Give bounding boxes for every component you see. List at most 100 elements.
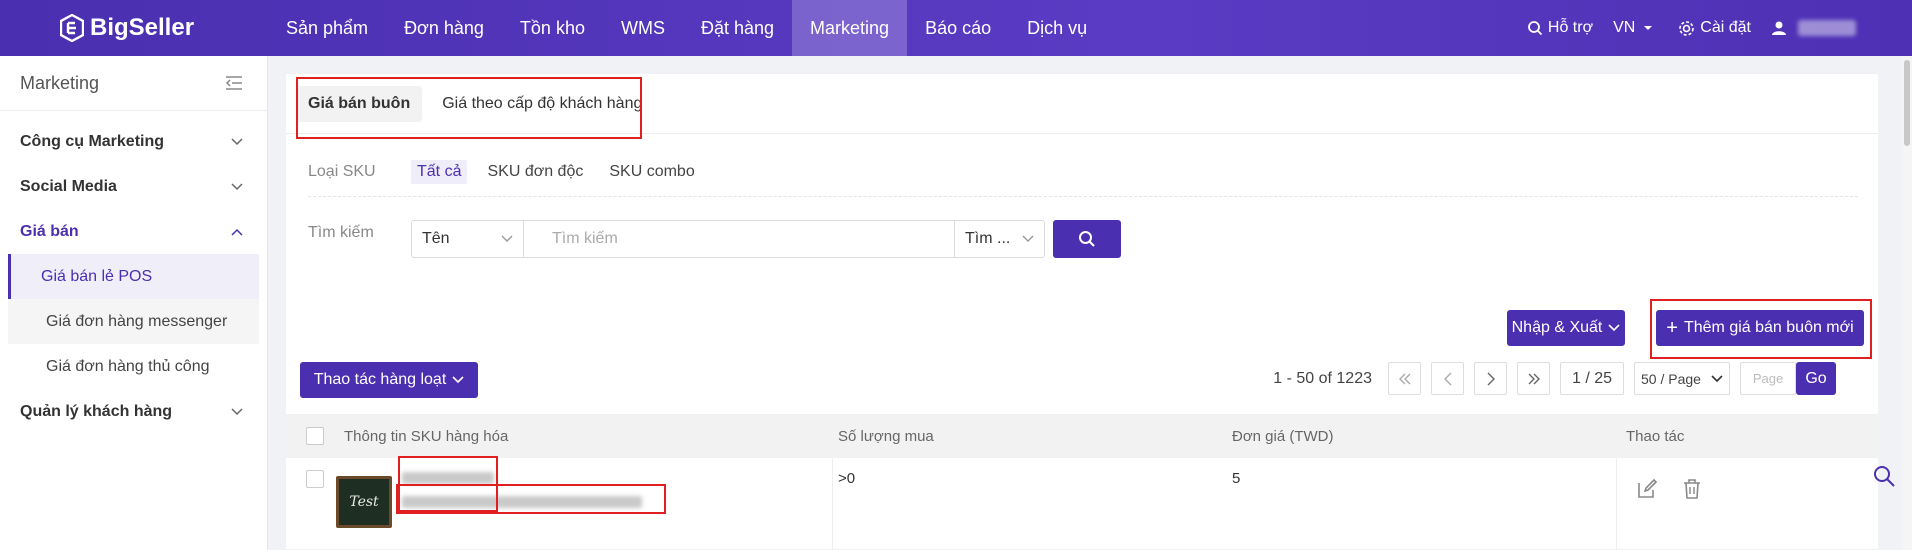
sidebar: Marketing Công cụ Marketing Social Media…: [0, 56, 268, 550]
search-mode-value: Tìm ...: [965, 230, 1011, 247]
bigseller-logo-icon: [60, 14, 84, 42]
column-header-quantity: Số lượng mua: [838, 427, 934, 445]
bulk-actions-button[interactable]: Thao tác hàng loạt: [300, 362, 478, 398]
username-redacted: [1798, 20, 1856, 36]
goto-page-input[interactable]: Page: [1740, 362, 1796, 395]
prev-page-button[interactable]: [1431, 362, 1464, 395]
search-input[interactable]: [524, 221, 954, 257]
sku-type-label: Loại SKU: [308, 163, 376, 180]
double-chevron-left-icon: [1398, 373, 1410, 384]
sidebar-group-label: Giá bán: [20, 222, 79, 240]
pagination-summary: 1 - 50 of 1223: [1273, 369, 1372, 387]
nav-item-don-hang[interactable]: Đơn hàng: [386, 0, 502, 56]
sidebar-group-pricing[interactable]: Giá bán: [0, 209, 267, 254]
plus-icon: +: [1666, 317, 1678, 339]
page-scrollbar[interactable]: [1902, 56, 1912, 550]
column-header-unit-price: Đơn giá (TWD): [1232, 427, 1334, 445]
current-page-indicator[interactable]: 1 / 25: [1560, 362, 1624, 395]
logo[interactable]: BigSeller: [60, 14, 268, 42]
first-page-button[interactable]: [1388, 362, 1421, 395]
user-icon: [1772, 21, 1786, 35]
sidebar-group-label: Quản lý khách hàng: [20, 402, 173, 420]
row-checkbox[interactable]: [306, 470, 324, 488]
chevron-down-icon: [231, 137, 243, 145]
nav-item-ton-kho[interactable]: Tồn kho: [502, 0, 603, 56]
nav-item-bao-cao[interactable]: Báo cáo: [907, 0, 1009, 56]
support-link[interactable]: Hỗ trợ: [1527, 19, 1593, 37]
search-field-value: Tên: [422, 230, 450, 247]
chevron-down-icon: [231, 182, 243, 190]
column-divider: [1616, 458, 1617, 550]
product-title-redacted: [402, 472, 494, 484]
collapse-sidebar-icon[interactable]: [225, 75, 243, 91]
nav-item-marketing[interactable]: Marketing: [792, 0, 908, 56]
search-button[interactable]: [1053, 220, 1121, 258]
pagination: 1 - 50 of 1223 1 / 25 50 / Page Page Go: [1273, 362, 1836, 395]
main-panel: Giá bán buôn Giá theo cấp độ khách hàng …: [286, 74, 1878, 550]
go-button[interactable]: Go: [1796, 362, 1836, 395]
gear-icon: [1679, 20, 1695, 36]
chevron-up-icon: [231, 228, 243, 236]
nav-item-dat-hang[interactable]: Đặt hàng: [683, 0, 792, 56]
search-icon: [1079, 231, 1095, 247]
chevron-down-icon: [452, 376, 464, 384]
search-field-select[interactable]: Tên: [412, 221, 524, 257]
chevron-down-icon: [1711, 374, 1723, 382]
tab-wholesale-price[interactable]: Giá bán buôn: [296, 85, 423, 122]
nav-item-san-pham[interactable]: Sản phẩm: [268, 0, 386, 56]
support-label: Hỗ trợ: [1547, 19, 1594, 36]
edit-icon[interactable]: [1636, 478, 1658, 500]
add-wholesale-price-button[interactable]: + Thêm giá bán buôn mới: [1656, 310, 1864, 346]
search-icon: [1527, 21, 1543, 36]
sidebar-group-social-media[interactable]: Social Media: [0, 164, 267, 209]
next-page-button[interactable]: [1474, 362, 1507, 395]
caret-down-icon: [1644, 26, 1653, 30]
sidebar-group-label: Social Media: [20, 177, 117, 195]
settings-label: Cài đặt: [1700, 19, 1751, 36]
nav-item-wms[interactable]: WMS: [603, 0, 683, 56]
nav-item-dich-vu[interactable]: Dịch vụ: [1009, 0, 1105, 56]
sidebar-item-manual-order-price[interactable]: Giá đơn hàng thủ công: [8, 344, 259, 389]
import-export-button[interactable]: Nhập & Xuất: [1507, 310, 1625, 346]
import-export-label: Nhập & Xuất: [1511, 319, 1603, 336]
search-filter: Tìm kiếm Tên Tìm ...: [308, 220, 1121, 258]
tab-customer-level-price[interactable]: Giá theo cấp độ khách hàng: [430, 86, 654, 122]
chevron-down-icon: [1022, 235, 1034, 242]
sidebar-item-pos-retail-price[interactable]: Giá bán lẻ POS: [8, 254, 259, 299]
brand-name: BigSeller: [90, 14, 195, 41]
page-size-value: 50 / Page: [1641, 370, 1701, 387]
language-select[interactable]: VN: [1613, 19, 1658, 37]
scrollbar-thumb[interactable]: [1904, 60, 1910, 146]
page-size-select[interactable]: 50 / Page: [1634, 362, 1730, 395]
main-nav: Sản phẩm Đơn hàng Tồn kho WMS Đặt hàng M…: [268, 0, 1105, 56]
sidebar-title: Marketing: [20, 72, 100, 93]
last-page-button[interactable]: [1517, 362, 1550, 395]
top-right-menu: Hỗ trợ VN Cài đặt: [1507, 0, 1856, 56]
sku-type-combo[interactable]: SKU combo: [603, 160, 700, 184]
chevron-down-icon: [501, 235, 513, 242]
sidebar-group-customer-management[interactable]: Quản lý khách hàng: [0, 389, 267, 434]
settings-link[interactable]: Cài đặt: [1678, 19, 1751, 37]
table-header: Thông tin SKU hàng hóa Số lượng mua Đơn …: [286, 414, 1878, 458]
sidebar-group-label: Công cụ Marketing: [20, 132, 165, 150]
column-divider: [832, 458, 833, 550]
sidebar-group-marketing-tools[interactable]: Công cụ Marketing: [0, 119, 267, 164]
unit-price: 5: [1232, 470, 1241, 487]
price-tabs: Giá bán buôn Giá theo cấp độ khách hàng: [286, 74, 1878, 134]
search-mode-select[interactable]: Tìm ...: [954, 221, 1044, 257]
search-label: Tìm kiếm: [308, 224, 374, 241]
product-thumbnail[interactable]: Test: [336, 476, 392, 528]
product-sku-redacted: [402, 496, 642, 508]
sidebar-item-messenger-price[interactable]: Giá đơn hàng messenger: [8, 299, 259, 344]
delete-icon[interactable]: [1682, 478, 1702, 500]
table-row: Test >0 5: [286, 456, 1878, 550]
double-chevron-right-icon: [1528, 373, 1540, 384]
user-menu[interactable]: [1771, 20, 1856, 36]
sku-type-all[interactable]: Tất cả: [411, 160, 468, 184]
select-all-checkbox[interactable]: [306, 427, 324, 445]
sku-type-filter: Loại SKU Tất cả SKU đơn độc SKU combo: [308, 160, 715, 184]
purchase-quantity: >0: [838, 470, 856, 487]
floating-search-icon[interactable]: [1872, 464, 1896, 488]
sku-type-single[interactable]: SKU đơn độc: [481, 160, 589, 184]
sidebar-header: Marketing: [0, 56, 267, 111]
